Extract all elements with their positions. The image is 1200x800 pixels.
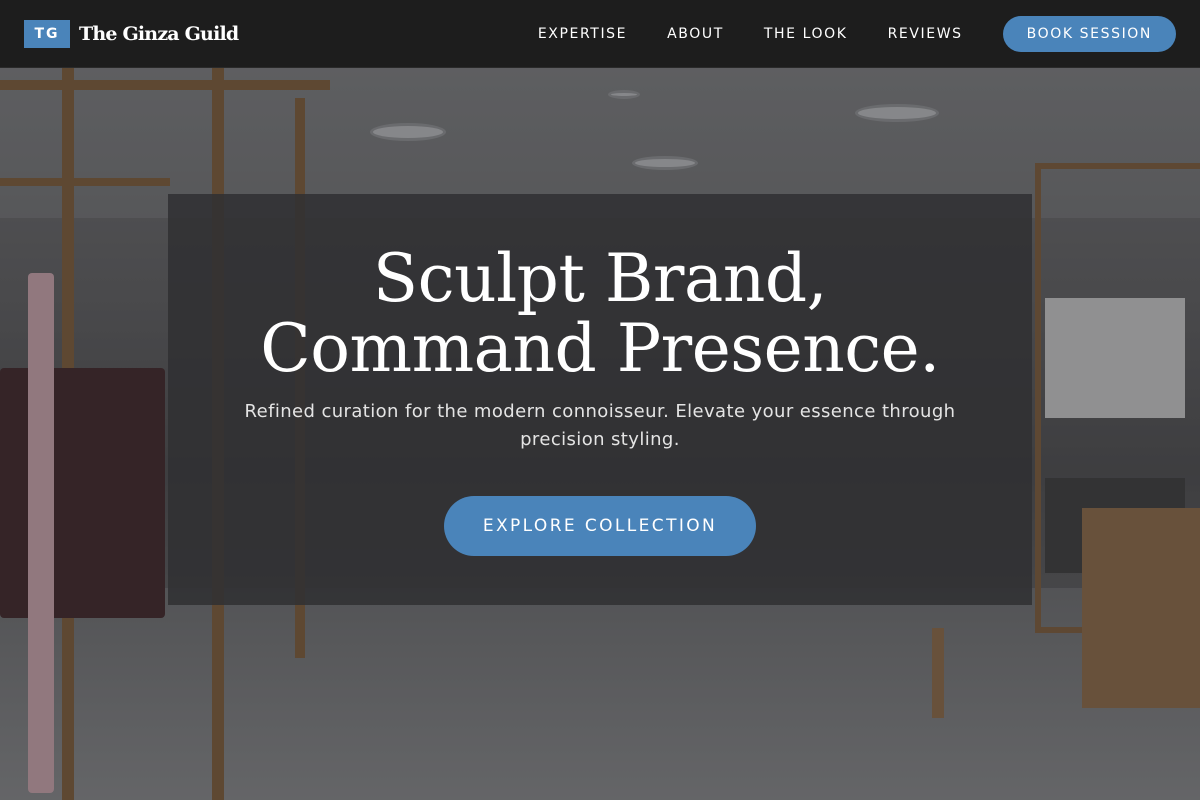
brand-name[interactable]: The Ginza Guild	[79, 23, 239, 45]
nav-links: EXPERTISE ABOUT THE LOOK REVIEWS BOOK SE…	[538, 15, 1176, 52]
nav-link-expertise[interactable]: EXPERTISE	[538, 26, 627, 42]
book-session-button[interactable]: BOOK SESSION	[1002, 15, 1176, 52]
brand[interactable]: TG The Ginza Guild	[24, 19, 239, 48]
hero-title: Sculpt Brand, Command Presence.	[260, 244, 940, 387]
explore-collection-button[interactable]: EXPLORE COLLECTION	[444, 496, 756, 556]
nav-link-reviews[interactable]: REVIEWS	[888, 26, 963, 42]
hero-card: Sculpt Brand, Command Presence. Refined …	[168, 194, 1032, 605]
nav-link-about[interactable]: ABOUT	[667, 26, 724, 42]
hero-title-line1: Sculpt Brand,	[372, 240, 828, 317]
hero-subtitle: Refined curation for the modern connoiss…	[244, 401, 956, 450]
top-navbar: TG The Ginza Guild EXPERTISE ABOUT THE L…	[0, 0, 1200, 68]
logo-badge[interactable]: TG	[24, 19, 70, 48]
nav-link-the-look[interactable]: THE LOOK	[764, 26, 848, 42]
hero-title-line2: Command Presence.	[260, 310, 940, 387]
